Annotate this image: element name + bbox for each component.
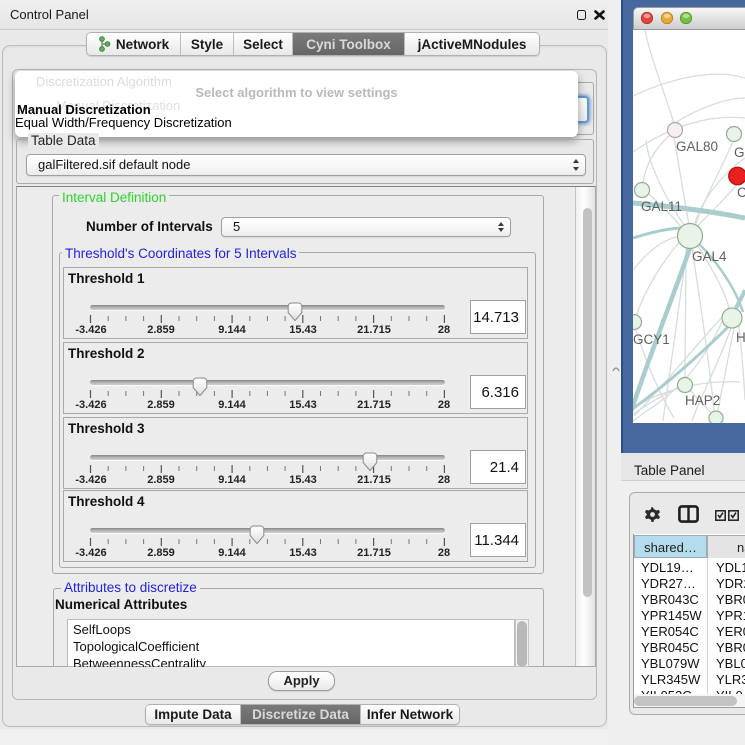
svg-text:GAL11: GAL11 [641,199,682,214]
svg-text:GCY1: GCY1 [633,332,670,347]
svg-text:C: C [737,185,745,200]
svg-text:H: H [736,330,745,345]
svg-text:GAL80: GAL80 [676,139,718,154]
svg-text:G: G [734,145,745,160]
svg-text:HAP2: HAP2 [685,393,720,408]
svg-text:GAL4: GAL4 [692,249,727,264]
